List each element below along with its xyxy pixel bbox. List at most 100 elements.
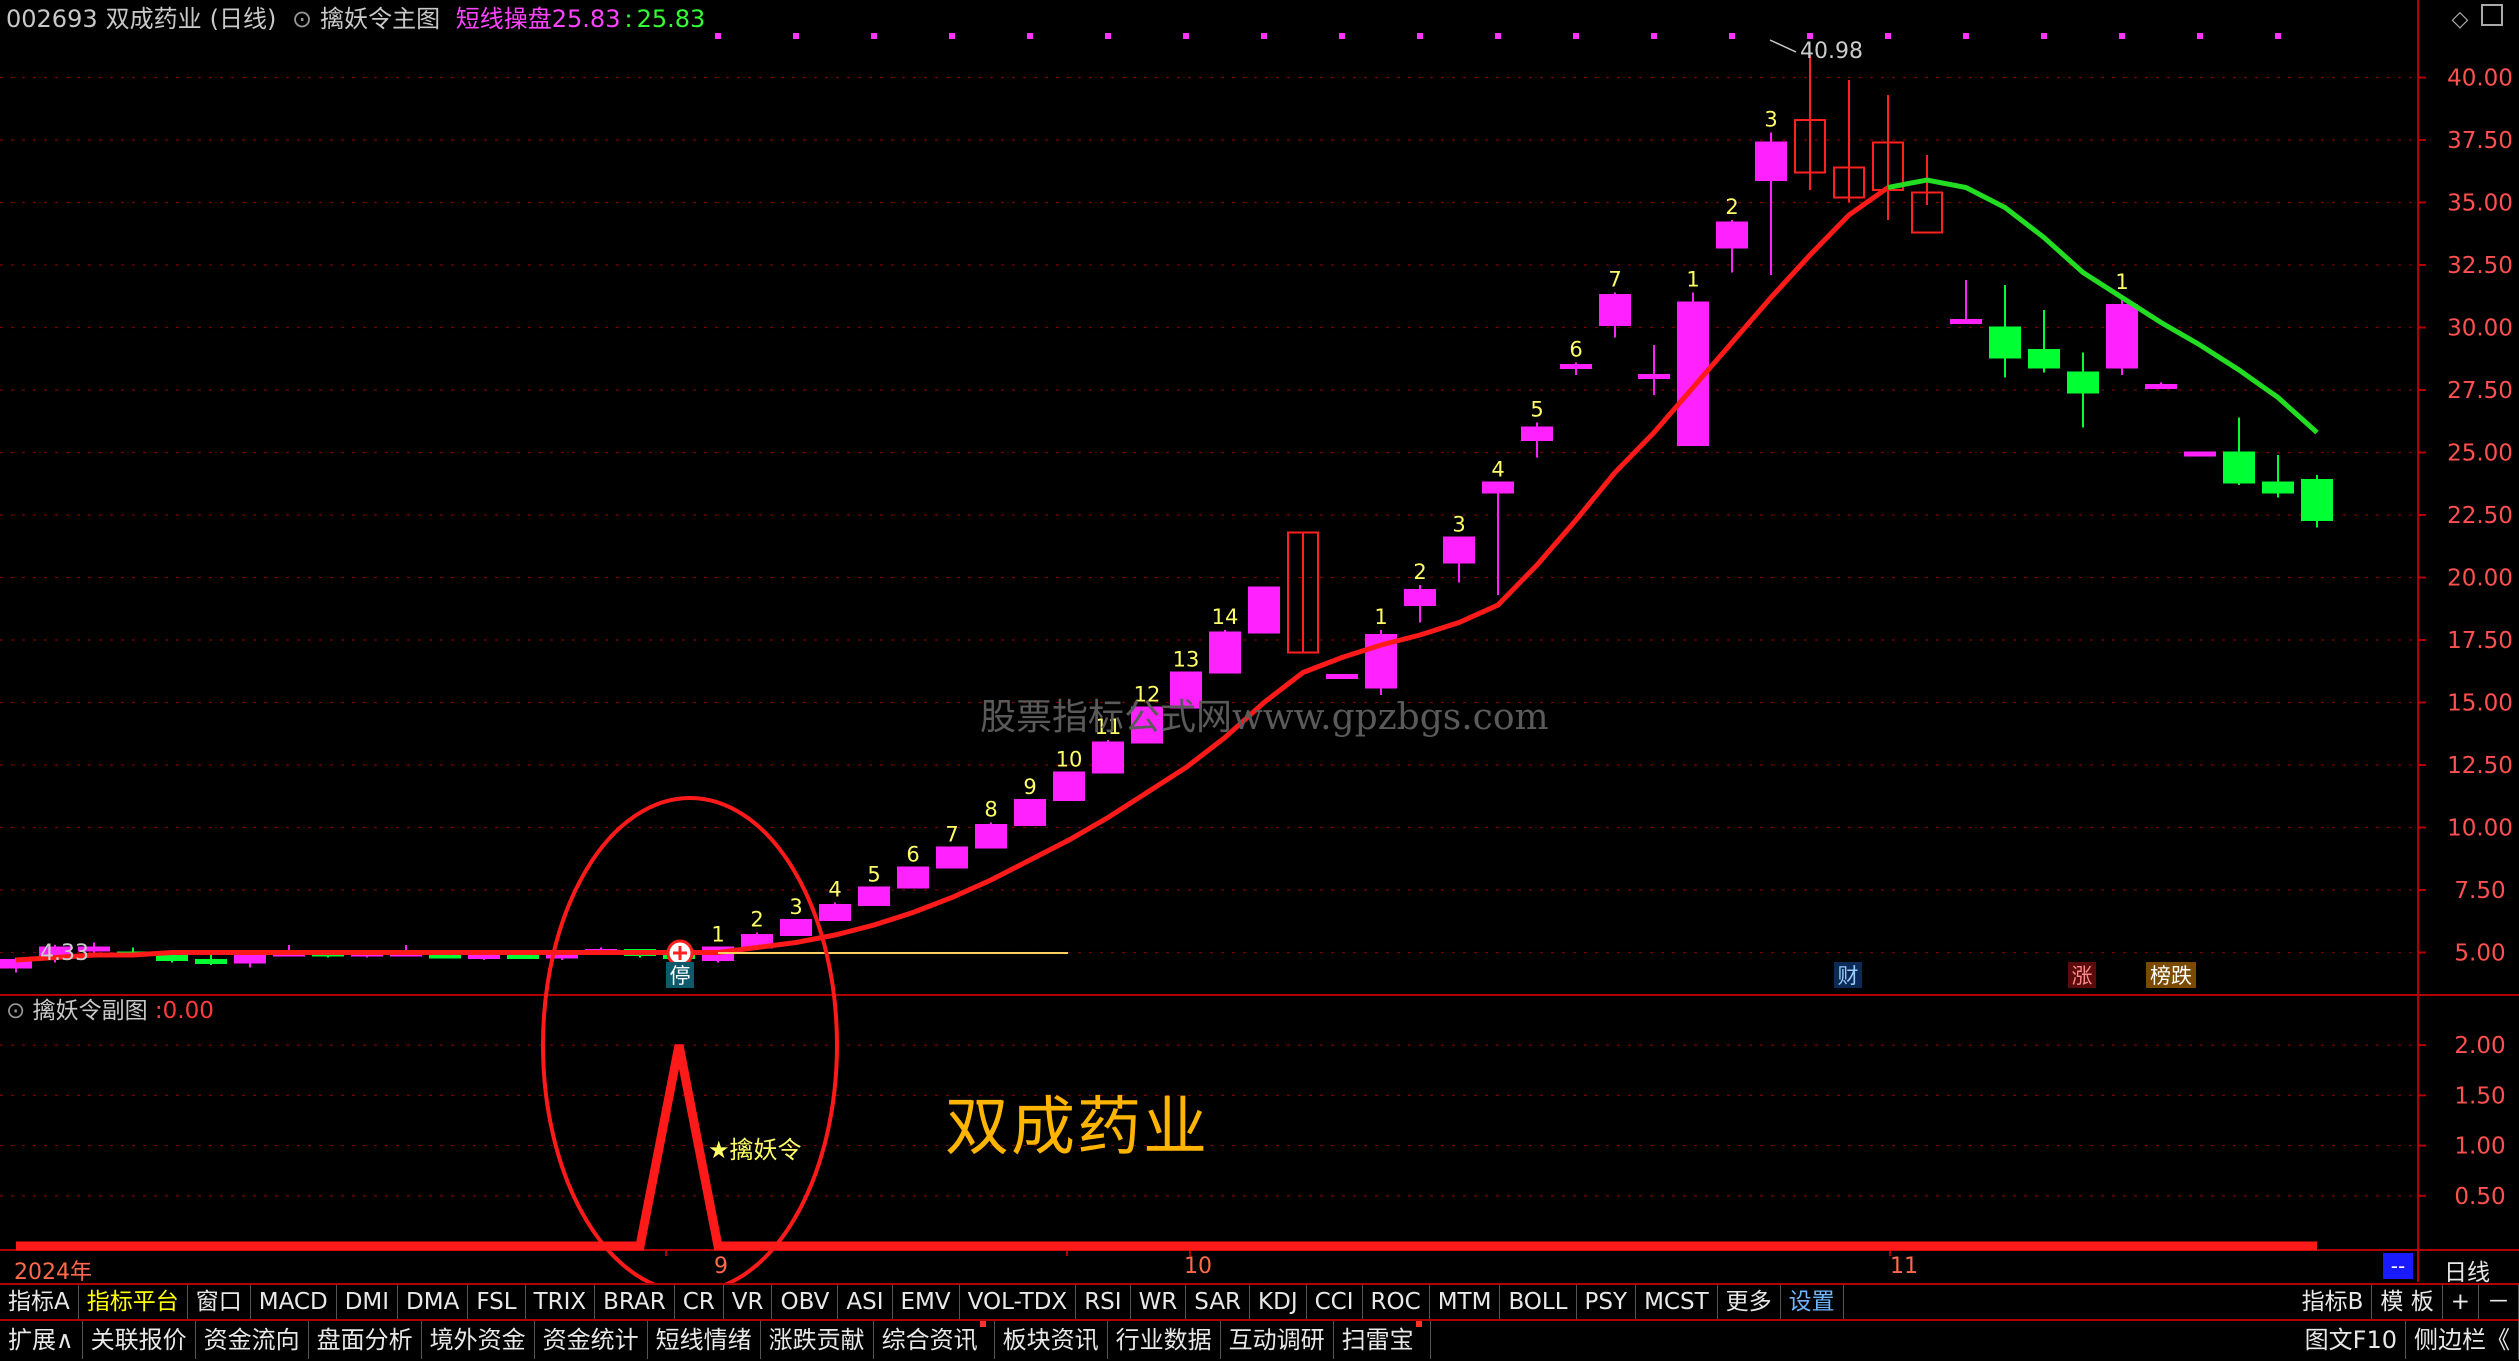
- diamond-icon[interactable]: ◇: [2449, 9, 2471, 33]
- candle-body: [897, 866, 929, 889]
- indicator-tab-14[interactable]: VOL-TDX: [960, 1285, 1077, 1319]
- signal-dot: [1885, 33, 1891, 39]
- toolbar1-right-3[interactable]: －: [2479, 1285, 2519, 1319]
- candle-body: [975, 824, 1007, 849]
- price-tick-label: 5.00: [2454, 941, 2505, 967]
- chart-canvas[interactable]: 40.0037.5035.0032.5030.0027.5025.0022.50…: [0, 0, 2519, 1359]
- indicator-tab-4[interactable]: DMI: [337, 1285, 399, 1319]
- indicator-tab-18[interactable]: KDJ: [1250, 1285, 1307, 1319]
- count-label: 1: [1686, 268, 1699, 292]
- new-dot-icon: [1415, 1321, 1422, 1327]
- candle-body: [1989, 326, 2021, 359]
- price-tick-label: 20.00: [2447, 566, 2513, 592]
- ma-line: [15, 177, 2319, 963]
- sub-toggle-icon[interactable]: ⊙: [6, 998, 25, 1024]
- toolbar1-right-1[interactable]: 模 板: [2372, 1285, 2443, 1319]
- count-label: 9: [1023, 775, 1036, 799]
- sub-indicator-value: :0.00: [154, 998, 214, 1024]
- new-dot-icon: [979, 1321, 986, 1327]
- info-tab-9[interactable]: 板块资讯: [995, 1321, 1108, 1359]
- candle-body: [1950, 319, 1982, 324]
- signal-dot: [1183, 33, 1189, 39]
- sub-indicator-name[interactable]: 擒妖令副图: [33, 998, 148, 1024]
- info-tab-4[interactable]: 境外资金: [422, 1321, 535, 1359]
- info-tab-8[interactable]: 综合资讯: [874, 1321, 995, 1359]
- info-tab-7[interactable]: 涨跌贡献: [761, 1321, 874, 1359]
- main-indicator-name[interactable]: 擒妖令主图: [320, 5, 440, 33]
- count-label: 7: [1608, 268, 1621, 292]
- info-tab-11[interactable]: 互动调研: [1221, 1321, 1334, 1359]
- indicator-tab-10[interactable]: VR: [724, 1285, 773, 1319]
- indicator-tab-25[interactable]: 更多: [1718, 1285, 1781, 1319]
- candle-body: [1443, 536, 1475, 564]
- indicator-tab-21[interactable]: MTM: [1430, 1285, 1501, 1319]
- count-label: 6: [906, 843, 919, 867]
- indicator-tab-24[interactable]: MCST: [1636, 1285, 1718, 1319]
- signal-dot: [1729, 33, 1735, 39]
- date-axis-dash[interactable]: --: [2383, 1253, 2413, 1279]
- line-value-a: 25.83: [551, 5, 621, 33]
- indicator-tab-15[interactable]: RSI: [1076, 1285, 1131, 1319]
- info-tab-12[interactable]: 扫雷宝: [1334, 1321, 1431, 1359]
- indicator-tab-2[interactable]: 窗口: [188, 1285, 251, 1319]
- info-tab-6[interactable]: 短线情绪: [648, 1321, 761, 1359]
- toolbar1-right-0[interactable]: 指标B: [2294, 1285, 2373, 1319]
- toolbar1-right-2[interactable]: +: [2443, 1285, 2479, 1319]
- indicator-tab-26[interactable]: 设置: [1781, 1285, 1844, 1319]
- indicator-tab-11[interactable]: OBV: [772, 1285, 839, 1319]
- count-label: 1: [2115, 270, 2128, 294]
- toolbar2-right-1[interactable]: 侧边栏《: [2406, 1321, 2519, 1359]
- line-value-separator: :: [624, 5, 633, 33]
- date-label-year: 2024年: [14, 1260, 92, 1285]
- count-label: 2: [1413, 560, 1426, 584]
- signal-dot: [2119, 33, 2125, 39]
- toolbar2-right-0[interactable]: 图文F10: [2297, 1321, 2406, 1359]
- indicator-toggle-icon[interactable]: ⊙: [292, 5, 312, 33]
- indicator-tab-6[interactable]: FSL: [468, 1285, 526, 1319]
- price-tick-label: 32.50: [2447, 253, 2513, 279]
- indicator-tab-19[interactable]: CCI: [1307, 1285, 1363, 1319]
- period-button[interactable]: 日线: [2444, 1253, 2490, 1287]
- price-tick-label: 7.50: [2454, 878, 2505, 904]
- count-label: 2: [1725, 195, 1738, 219]
- candle-body: [507, 954, 539, 959]
- info-tab-1[interactable]: 关联报价: [83, 1321, 196, 1359]
- price-tick-label: 15.00: [2447, 691, 2513, 717]
- signal-dot: [1261, 33, 1267, 39]
- restore-icon[interactable]: [2481, 4, 2503, 26]
- sub-value-text: 0.00: [162, 998, 214, 1024]
- indicator-tab-9[interactable]: CR: [675, 1285, 724, 1319]
- indicator-tab-5[interactable]: DMA: [398, 1285, 469, 1319]
- info-tab-5[interactable]: 资金统计: [535, 1321, 648, 1359]
- indicator-tab-20[interactable]: ROC: [1363, 1285, 1430, 1319]
- indicator-tab-3[interactable]: MACD: [251, 1285, 337, 1319]
- info-tab-0[interactable]: 扩展∧: [0, 1321, 83, 1359]
- info-tab-10[interactable]: 行业数据: [1108, 1321, 1221, 1359]
- indicator-tab-0[interactable]: 指标A: [0, 1285, 79, 1319]
- candle-body: [156, 954, 188, 961]
- signal-dot: [2041, 33, 2047, 39]
- indicator-tab-1[interactable]: 指标平台: [79, 1285, 188, 1319]
- rise-tag: 涨: [2072, 964, 2093, 988]
- indicator-tab-16[interactable]: WR: [1131, 1285, 1187, 1319]
- signal-label: ★擒妖令: [708, 1136, 802, 1164]
- indicator-tab-22[interactable]: BOLL: [1500, 1285, 1577, 1319]
- info-tab-2[interactable]: 资金流向: [196, 1321, 309, 1359]
- indicator-tab-12[interactable]: ASI: [838, 1285, 893, 1319]
- indicator-tab-8[interactable]: BRAR: [595, 1285, 675, 1319]
- sub-tick-label: 2.00: [2454, 1033, 2505, 1059]
- signal-dot: [2197, 33, 2203, 39]
- indicator-tab-13[interactable]: EMV: [893, 1285, 960, 1319]
- date-label-sep: 9: [714, 1254, 728, 1279]
- candle-body: [2262, 481, 2294, 494]
- indicator-tab-7[interactable]: TRIX: [526, 1285, 596, 1319]
- price-tick-label: 30.00: [2447, 316, 2513, 342]
- info-tab-3[interactable]: 盘面分析: [309, 1321, 422, 1359]
- signal-dot: [1651, 33, 1657, 39]
- candle-body: [2067, 371, 2099, 394]
- indicator-tab-17[interactable]: SAR: [1186, 1285, 1251, 1319]
- signal-dot: [1573, 33, 1579, 39]
- indicator-tab-23[interactable]: PSY: [1577, 1285, 1637, 1319]
- price-tick-label: 17.50: [2447, 628, 2513, 654]
- candle-body: [1404, 589, 1436, 606]
